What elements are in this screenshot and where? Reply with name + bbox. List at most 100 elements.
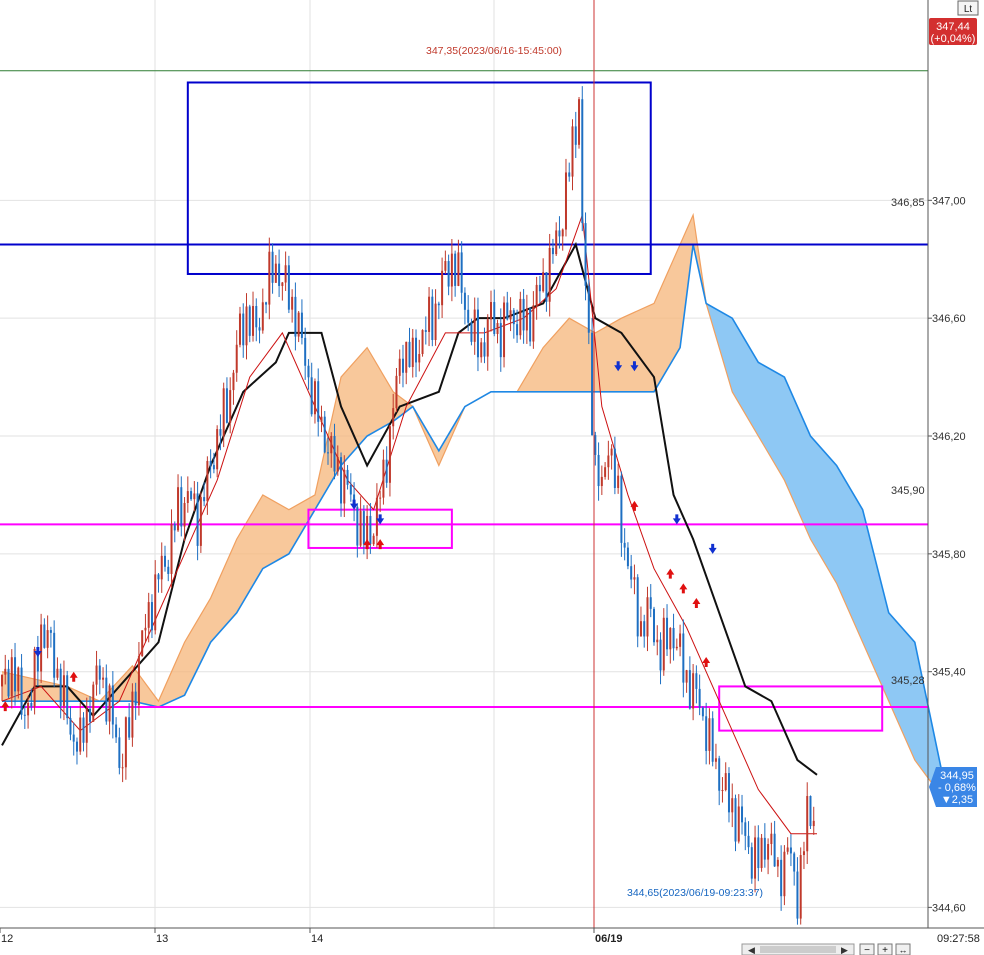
scroll-left-icon[interactable]: ◀ <box>748 945 755 955</box>
candle-body-106 <box>346 469 349 485</box>
candle-body-216 <box>705 716 708 751</box>
candle-body-154 <box>503 302 506 358</box>
candle-body-13 <box>43 624 46 648</box>
candle-body-140 <box>457 252 460 286</box>
candle-body-181 <box>591 332 594 436</box>
scrollbar-thumb[interactable] <box>760 946 836 953</box>
candle-body-88 <box>287 265 290 310</box>
candle-body-161 <box>525 308 528 331</box>
candle-body-243 <box>793 853 796 872</box>
high-annotation: 347,35(2023/06/16-15:45:00) <box>426 45 562 57</box>
zoom-reset-icon: ↔ <box>899 945 908 955</box>
level-label-345-90: 345,90 <box>891 485 925 497</box>
candle-body-209 <box>682 633 685 683</box>
candle-body-85 <box>278 263 281 286</box>
candle-body-174 <box>568 172 571 177</box>
candle-body-247 <box>806 796 809 852</box>
candle-body-71 <box>232 372 235 391</box>
candle-body-244 <box>796 871 799 919</box>
buy-signal-arrow-1 <box>69 671 78 682</box>
candle-body-64 <box>209 460 212 466</box>
buy-signal-arrow-6 <box>679 583 688 594</box>
candle-body-234 <box>763 837 766 860</box>
candle-body-232 <box>757 837 760 869</box>
candle-body-179 <box>584 223 587 286</box>
candle-body-95 <box>310 377 313 415</box>
x-axis-ticks: 12 13 14 06/19 <box>0 928 623 945</box>
candle-body-15 <box>49 630 52 633</box>
candle-body-191 <box>623 542 626 548</box>
candle-body-230 <box>750 847 753 879</box>
candle-body-195 <box>636 577 639 637</box>
candle-body-69 <box>225 388 228 423</box>
candle-body-52 <box>170 523 173 574</box>
candle-body-121 <box>395 375 398 409</box>
candle-body-41 <box>134 691 137 706</box>
candle-body-135 <box>441 270 444 306</box>
candle-body-20 <box>66 675 69 719</box>
candle-body-3 <box>10 657 13 697</box>
price-candles <box>1 86 815 925</box>
candle-body-26 <box>85 708 88 743</box>
candle-body-84 <box>274 263 277 283</box>
stock-chart[interactable]: 347,00346,60346,20345,80345,40344,60 12 1… <box>0 0 984 955</box>
low-annotation: 344,65(2023/06/19-09:23:37) <box>627 887 763 899</box>
candle-body-4 <box>14 657 17 692</box>
candle-body-21 <box>69 718 72 735</box>
candle-body-157 <box>512 310 515 325</box>
candle-body-211 <box>688 670 691 709</box>
candle-body-226 <box>737 806 740 842</box>
y-tick-label-0: 347,00 <box>932 195 966 207</box>
scroll-right-icon[interactable]: ▶ <box>841 945 848 955</box>
candle-body-39 <box>128 717 131 738</box>
candle-body-17 <box>56 668 59 678</box>
candle-body-137 <box>447 261 450 287</box>
candle-body-153 <box>499 323 502 358</box>
candle-body-1 <box>4 668 7 675</box>
candle-body-115 <box>375 497 378 536</box>
candle-body-147 <box>480 342 483 358</box>
candle-body-233 <box>760 837 763 869</box>
candle-body-89 <box>291 296 294 310</box>
candle-body-156 <box>509 310 512 320</box>
candle-body-231 <box>754 837 757 879</box>
candle-body-120 <box>392 408 395 427</box>
candle-body-178 <box>581 99 584 224</box>
candle-body-212 <box>692 673 695 709</box>
candle-body-183 <box>597 454 600 487</box>
candle-body-83 <box>271 251 274 283</box>
candle-body-30 <box>98 665 101 680</box>
candle-body-248 <box>809 796 812 827</box>
candle-body-19 <box>62 675 65 706</box>
candle-body-12 <box>40 624 43 672</box>
candle-body-50 <box>164 555 166 567</box>
current-time-label: 09:27:58 <box>937 933 980 945</box>
candle-body-228 <box>744 822 747 836</box>
candle-body-97 <box>317 381 320 422</box>
candle-body-34 <box>111 685 114 725</box>
buy-signal-arrow-5 <box>666 568 675 579</box>
candle-body-80 <box>261 302 264 331</box>
candle-body-105 <box>343 469 346 504</box>
candle-body-117 <box>382 459 385 498</box>
candle-body-44 <box>144 627 147 631</box>
candle-body-58 <box>190 491 193 500</box>
candle-body-227 <box>741 806 744 823</box>
current-price-diff: ▼2,35 <box>941 794 973 806</box>
candle-body-173 <box>564 172 567 230</box>
top-tool-button[interactable]: Lt <box>957 0 979 16</box>
candle-body-199 <box>649 597 652 609</box>
candle-body-101 <box>330 435 333 454</box>
candle-body-25 <box>82 717 85 743</box>
candle-body-16 <box>53 632 56 678</box>
last-price-value: 347,44 <box>936 21 970 33</box>
y-tick-label-3: 345,80 <box>932 549 966 561</box>
candle-body-79 <box>258 327 261 331</box>
candle-body-143 <box>467 309 470 323</box>
candle-body-93 <box>304 337 307 366</box>
candle-body-86 <box>281 282 284 286</box>
candle-body-74 <box>242 313 245 346</box>
candle-body-75 <box>245 306 248 346</box>
candle-body-221 <box>721 790 724 792</box>
bottom-scrollbar[interactable]: ◀ ▶ <box>741 943 855 955</box>
